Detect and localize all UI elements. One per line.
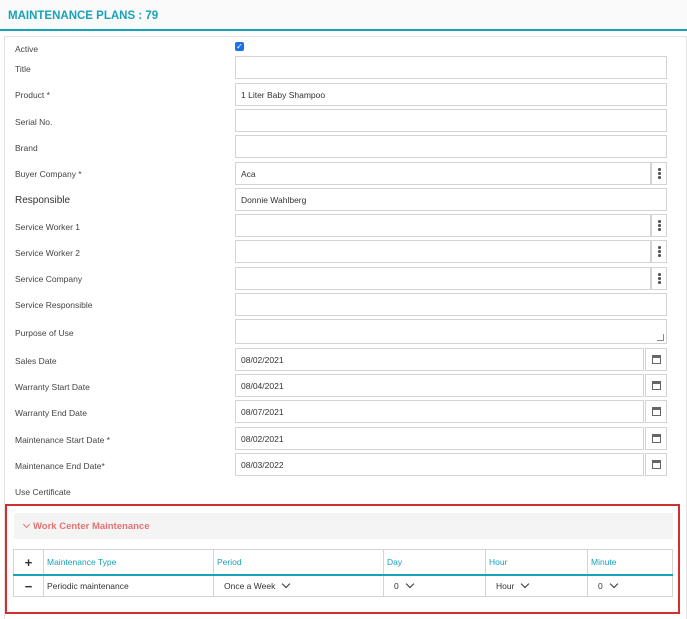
brand-label: Brand — [15, 143, 38, 153]
responsible-label: Responsible — [15, 195, 71, 206]
title-label: Title — [15, 64, 31, 74]
page-header: MAINTENANCE PLANS : 79 — [0, 0, 687, 31]
more-vertical-icon — [658, 220, 661, 232]
service-company-menu-button[interactable] — [651, 267, 667, 290]
calendar-icon — [652, 434, 661, 443]
calendar-icon — [652, 381, 661, 390]
maintenance-type-cell: Periodic maintenance — [43, 574, 214, 597]
serial-label: Serial No. — [15, 117, 53, 127]
title-input[interactable] — [235, 56, 667, 79]
hour-select[interactable]: Hour — [485, 574, 588, 597]
use-certificate-label: Use Certificate — [15, 487, 71, 497]
column-header: Day — [383, 549, 486, 576]
chevron-down-icon — [521, 579, 530, 589]
chevron-down-icon — [22, 520, 31, 529]
warranty-end-calendar-button[interactable] — [645, 400, 667, 423]
chevron-down-icon — [405, 579, 414, 589]
column-header: Hour — [485, 549, 588, 576]
period-value: Once a Week — [224, 581, 276, 591]
maintenance-start-label: Maintenance Start Date * — [15, 435, 110, 445]
chevron-down-icon — [609, 579, 618, 589]
column-header: Minute — [587, 549, 673, 576]
active-label: Active — [15, 44, 39, 54]
service-responsible-label: Service Responsible — [15, 300, 93, 310]
purpose-of-use-label: Purpose of Use — [15, 328, 74, 338]
maintenance-end-input[interactable]: 08/03/2022 — [235, 453, 644, 476]
serial-input[interactable] — [235, 109, 667, 132]
service-worker-2-menu-button[interactable] — [651, 240, 667, 263]
sales-date-calendar-button[interactable] — [645, 348, 667, 371]
remove-row-button[interactable]: − — [13, 574, 44, 597]
active-checkbox[interactable]: ✓ — [235, 42, 244, 51]
service-worker-1-label: Service Worker 1 — [15, 222, 81, 232]
more-vertical-icon — [658, 273, 661, 285]
maintenance-table: + Maintenance Type Period Day Hour Minut… — [13, 549, 673, 597]
maintenance-start-input[interactable]: 08/02/2021 — [235, 427, 644, 450]
warranty-start-label: Warranty Start Date — [15, 382, 90, 392]
hour-value: Hour — [496, 581, 515, 591]
product-label: Product * — [15, 90, 50, 100]
more-vertical-icon — [658, 168, 661, 180]
column-header: Period — [213, 549, 384, 576]
resize-handle-icon[interactable] — [657, 334, 664, 341]
sales-date-label: Sales Date — [15, 356, 57, 366]
service-worker-2-input[interactable] — [235, 240, 651, 263]
work-center-maintenance-section: Work Center Maintenance + Maintenance Ty… — [5, 504, 680, 614]
warranty-end-label: Warranty End Date — [15, 408, 87, 418]
day-value: 0 — [394, 581, 399, 591]
service-company-input[interactable] — [235, 267, 651, 290]
buyer-company-label: Buyer Company * — [15, 169, 82, 179]
service-company-label: Service Company — [15, 274, 83, 284]
add-row-button[interactable]: + — [13, 549, 44, 576]
work-center-maintenance-title[interactable]: Work Center Maintenance — [22, 520, 150, 532]
warranty-start-input[interactable]: 08/04/2021 — [235, 374, 644, 397]
service-worker-1-menu-button[interactable] — [651, 214, 667, 237]
maintenance-start-calendar-button[interactable] — [645, 427, 667, 450]
page-title: MAINTENANCE PLANS : 79 — [8, 10, 159, 22]
brand-input[interactable] — [235, 135, 667, 158]
chevron-down-icon — [282, 579, 291, 589]
buyer-company-menu-button[interactable] — [651, 162, 667, 185]
minute-value: 0 — [598, 581, 603, 591]
sales-date-input[interactable]: 08/02/2021 — [235, 348, 644, 371]
column-header: Maintenance Type — [43, 549, 214, 576]
work-center-maintenance-header[interactable]: Work Center Maintenance — [14, 513, 673, 539]
calendar-icon — [652, 355, 661, 364]
buyer-company-input[interactable]: Aca — [235, 162, 651, 185]
minute-select[interactable]: 0 — [587, 574, 673, 597]
more-vertical-icon — [658, 246, 661, 258]
product-input[interactable]: 1 Liter Baby Shampoo — [235, 83, 667, 106]
day-select[interactable]: 0 — [383, 574, 486, 597]
table-header-row: + Maintenance Type Period Day Hour Minut… — [13, 549, 673, 576]
service-worker-1-input[interactable] — [235, 214, 651, 237]
table-row: − Periodic maintenance Once a Week 0 Hou… — [13, 574, 673, 597]
maintenance-end-calendar-button[interactable] — [645, 453, 667, 476]
maintenance-end-label: Maintenance End Date* — [15, 461, 105, 471]
calendar-icon — [652, 407, 661, 416]
warranty-start-calendar-button[interactable] — [645, 374, 667, 397]
warranty-end-input[interactable]: 08/07/2021 — [235, 400, 644, 423]
calendar-icon — [652, 460, 661, 469]
service-responsible-input[interactable] — [235, 293, 667, 316]
period-select[interactable]: Once a Week — [213, 574, 384, 597]
service-worker-2-label: Service Worker 2 — [15, 248, 81, 258]
purpose-of-use-textarea[interactable] — [235, 319, 667, 344]
responsible-input[interactable]: Donnie Wahlberg — [235, 188, 667, 211]
